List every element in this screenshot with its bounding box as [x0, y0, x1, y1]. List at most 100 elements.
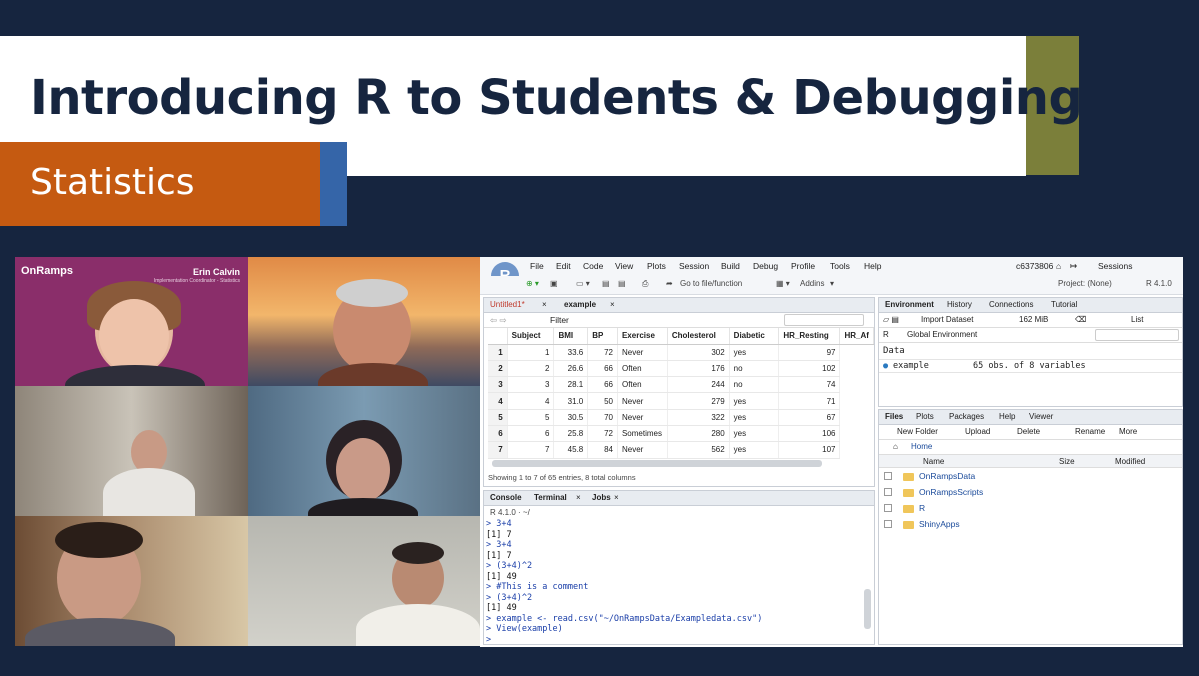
tab-plots[interactable]: Plots	[916, 412, 934, 421]
tab-untitled1[interactable]: Untitled1*	[490, 300, 525, 309]
grid-icon[interactable]: ▦ ▾	[776, 279, 790, 288]
file-checkbox[interactable]	[884, 520, 892, 528]
column-header[interactable]: Subject	[507, 328, 555, 345]
tab-console[interactable]: Console	[490, 493, 522, 502]
import-dataset-button[interactable]: Import Dataset	[921, 315, 973, 324]
goto-file-input[interactable]: Go to file/function	[680, 279, 742, 288]
table-row[interactable]: 3 3 28.1 66 Often 244 no 74	[488, 376, 874, 394]
column-header[interactable]: Diabetic	[729, 328, 780, 345]
more-button[interactable]: More	[1119, 427, 1137, 436]
console-output[interactable]: > 3+4 [1] 7 > 3+4 [1] 7 > (3+4)^2 [1] 49 > #Th…	[486, 519, 762, 645]
new-file-icon[interactable]: ⊕ ▾	[526, 279, 539, 288]
tab-history[interactable]: History	[947, 300, 972, 309]
file-name[interactable]: R	[919, 503, 925, 513]
menu-view[interactable]: View	[615, 261, 633, 271]
table-row[interactable]: 2 2 26.6 66 Often 176 no 102	[488, 360, 874, 378]
tab-files[interactable]: Files	[885, 412, 903, 421]
search-input[interactable]	[784, 314, 864, 326]
delete-button[interactable]: Delete	[1017, 427, 1040, 436]
sessions-menu[interactable]: Sessions	[1098, 261, 1133, 271]
table-row[interactable]: 6 6 25.8 72 Sometimes 280 yes 106	[488, 425, 874, 443]
table-row[interactable]: 1 1 33.6 72 Never 302 yes 97	[488, 344, 874, 361]
file-name[interactable]: ShinyApps	[919, 519, 960, 529]
expand-icon[interactable]: ●	[883, 361, 888, 371]
memory-usage[interactable]: 162 MiB	[1019, 315, 1048, 324]
load-icon[interactable]: ▱ ▤	[883, 315, 899, 324]
tab-close-icon[interactable]: ×	[576, 493, 581, 502]
menu-session[interactable]: Session	[679, 261, 709, 271]
participant-body	[103, 468, 195, 516]
tab-example[interactable]: example	[564, 300, 596, 309]
menu-profile[interactable]: Profile	[791, 261, 815, 271]
tab-connections[interactable]: Connections	[989, 300, 1033, 309]
scope-bar: R Global Environment	[879, 328, 1182, 343]
column-header[interactable]: HR_Af	[839, 328, 874, 345]
filter-button[interactable]: Filter	[550, 315, 569, 325]
menu-debug[interactable]: Debug	[753, 261, 778, 271]
new-project-icon[interactable]: ▣	[550, 279, 558, 288]
console-scrollbar[interactable]	[864, 589, 871, 629]
menu-file[interactable]: File	[530, 261, 544, 271]
column-header[interactable]: HR_Resting	[778, 328, 841, 345]
upload-button[interactable]: Upload	[965, 427, 990, 436]
save-all-icon[interactable]: ▤	[618, 279, 626, 288]
table-cell: 33.6	[553, 344, 589, 361]
tab-viewer[interactable]: Viewer	[1029, 412, 1053, 421]
table-cell: 2	[507, 360, 555, 378]
signout-icon[interactable]: ↦	[1070, 261, 1077, 272]
file-checkbox[interactable]	[884, 472, 892, 480]
print-icon[interactable]: ⎙	[642, 279, 648, 289]
menu-code[interactable]: Code	[583, 261, 603, 271]
menu-edit[interactable]: Edit	[556, 261, 571, 271]
search-input[interactable]	[1095, 329, 1179, 341]
table-row[interactable]: 4 4 31.0 50 Never 279 yes 71	[488, 392, 874, 410]
file-checkbox[interactable]	[884, 488, 892, 496]
scope-select[interactable]: Global Environment	[907, 330, 977, 339]
column-header[interactable]: Exercise	[617, 328, 668, 345]
open-file-icon[interactable]: ▭ ▾	[576, 279, 590, 288]
column-header[interactable]: BP	[587, 328, 618, 345]
column-size[interactable]: Size	[1059, 457, 1075, 466]
file-name[interactable]: OnRampsScripts	[919, 487, 983, 497]
table-row[interactable]: 5 5 30.5 70 Never 322 yes 67	[488, 409, 874, 426]
tab-jobs[interactable]: Jobs	[592, 493, 611, 502]
tab-terminal[interactable]: Terminal	[534, 493, 567, 502]
tab-environment[interactable]: Environment	[885, 300, 934, 309]
file-row[interactable]: ShinyApps	[879, 517, 1179, 533]
tab-tutorial[interactable]: Tutorial	[1051, 300, 1077, 309]
column-header[interactable]: Cholesterol	[667, 328, 730, 345]
column-name[interactable]: Name	[923, 457, 944, 466]
list-view-button[interactable]: List	[1131, 315, 1143, 324]
file-checkbox[interactable]	[884, 504, 892, 512]
file-row[interactable]: R	[879, 501, 1179, 517]
tab-close-icon[interactable]: ×	[614, 493, 619, 502]
environment-row[interactable]: ● example 65 obs. of 8 variables	[879, 359, 1182, 373]
file-row[interactable]: OnRampsData	[879, 469, 1179, 485]
menu-tools[interactable]: Tools	[830, 261, 850, 271]
menu-build[interactable]: Build	[721, 261, 740, 271]
tab-packages[interactable]: Packages	[949, 412, 984, 421]
file-row[interactable]: OnRampsScripts	[879, 485, 1179, 501]
broom-icon[interactable]: ⌫	[1075, 315, 1086, 324]
menu-plots[interactable]: Plots	[647, 261, 666, 271]
breadcrumb-home[interactable]: Home	[911, 442, 932, 451]
horizontal-scrollbar[interactable]	[492, 460, 822, 467]
column-modified[interactable]: Modified	[1115, 457, 1145, 466]
language-select[interactable]: R	[883, 330, 889, 339]
tab-close-icon[interactable]: ×	[610, 300, 615, 309]
rename-button[interactable]: Rename	[1075, 427, 1105, 436]
table-row[interactable]: 7 7 45.8 84 Never 562 yes 107	[488, 441, 874, 459]
addins-menu[interactable]: Addins	[800, 279, 824, 288]
table-cell: 97	[778, 344, 841, 361]
home-icon[interactable]: ⌂	[893, 442, 898, 451]
save-icon[interactable]: ▤	[602, 279, 610, 288]
tab-help[interactable]: Help	[999, 412, 1015, 421]
back-icon[interactable]: ⇦ ⇨	[490, 315, 507, 326]
column-header[interactable]: BMI	[553, 328, 589, 345]
home-icon[interactable]: ⌂	[1056, 261, 1061, 271]
file-name[interactable]: OnRampsData	[919, 471, 975, 481]
tab-close-icon[interactable]: ×	[542, 300, 547, 309]
menu-help[interactable]: Help	[864, 261, 881, 271]
new-folder-button[interactable]: New Folder	[897, 427, 938, 436]
project-menu[interactable]: Project: (None)	[1058, 279, 1112, 288]
